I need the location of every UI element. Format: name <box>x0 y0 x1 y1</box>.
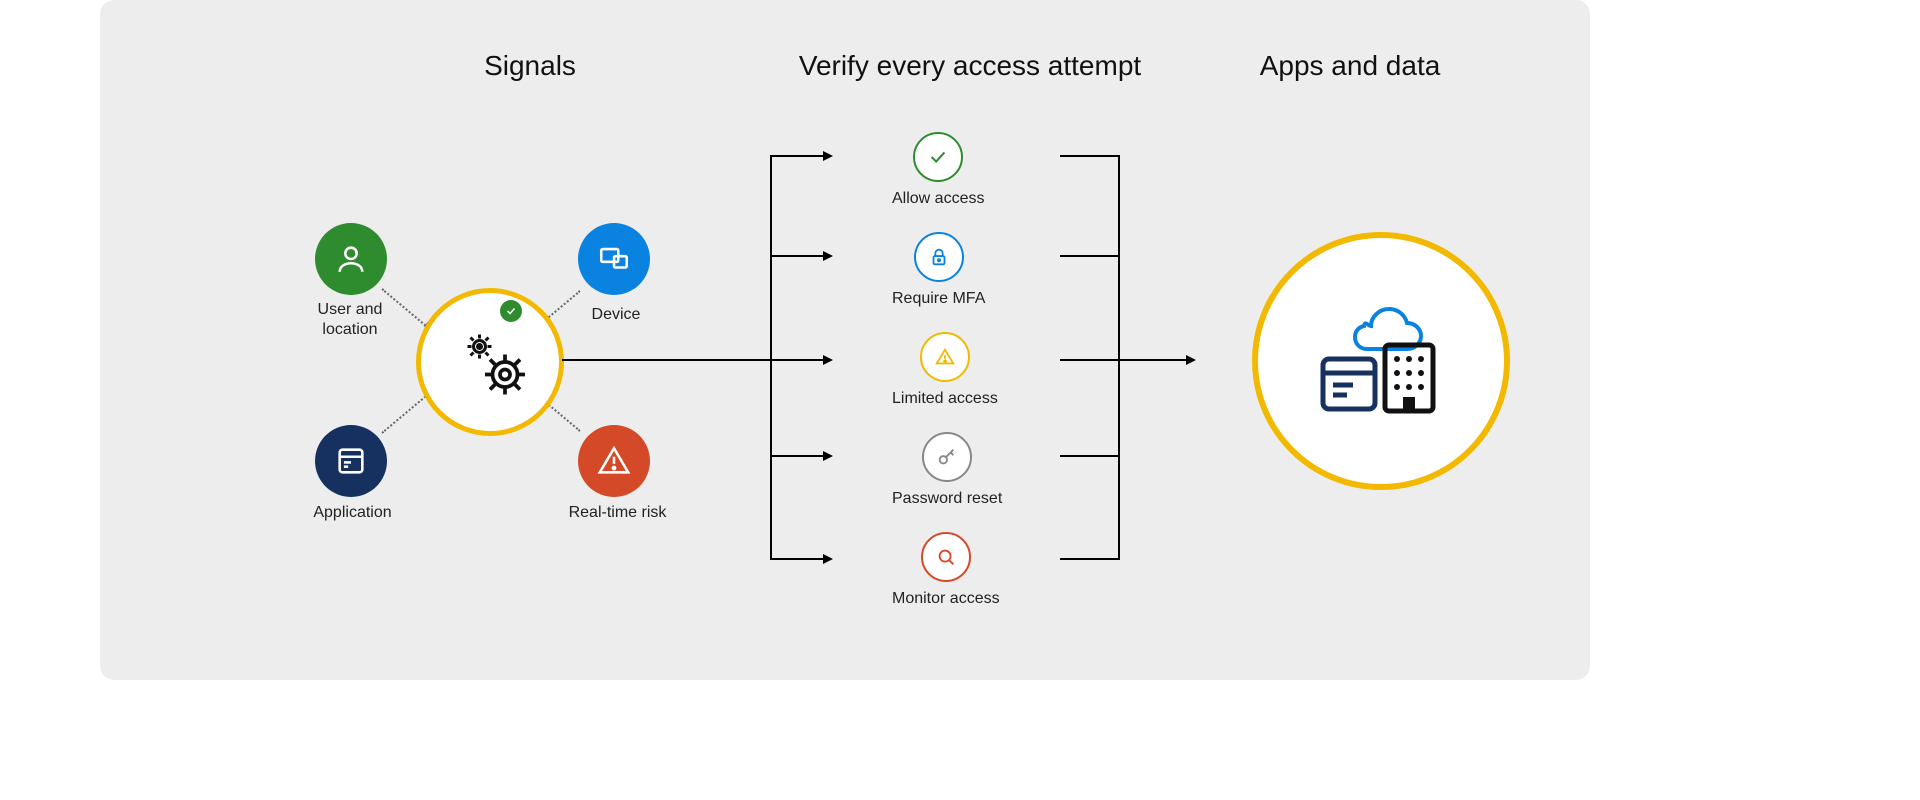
arrowhead-icon <box>823 151 833 161</box>
connector-mfa-out <box>1060 255 1120 257</box>
key-icon <box>936 446 958 468</box>
connector-verify-apps <box>1118 359 1188 361</box>
verify-require-mfa-label: Require MFA <box>892 290 985 308</box>
search-icon <box>935 546 957 568</box>
verify-password-reset-label: Password reset <box>892 490 1002 508</box>
connector-hub-verify <box>562 359 770 361</box>
header-signals: Signals <box>430 50 630 82</box>
signal-risk <box>578 425 650 497</box>
verify-limited-access: Limited access <box>892 332 998 408</box>
verify-require-mfa: Require MFA <box>892 232 985 308</box>
apps-and-data <box>1252 232 1510 490</box>
warning-icon <box>934 346 956 368</box>
bracket-verify-right <box>1118 155 1120 560</box>
diagram-frame: Signals Verify every access attempt Apps… <box>100 0 1590 680</box>
arrowhead-icon <box>1186 355 1196 365</box>
connector-allow-out <box>1060 155 1120 157</box>
header-verify: Verify every access attempt <box>740 50 1200 82</box>
verify-allow-access: Allow access <box>892 132 984 208</box>
signal-application <box>315 425 387 497</box>
arrow-to-allow <box>770 155 825 157</box>
warning-icon <box>597 444 631 478</box>
user-icon <box>334 242 368 276</box>
bracket-verify-left <box>770 155 772 560</box>
verify-allow-access-label: Allow access <box>892 190 984 208</box>
arrowhead-icon <box>823 251 833 261</box>
connector-limited-out <box>1060 359 1120 361</box>
connector-password-out <box>1060 455 1120 457</box>
arrow-to-monitor <box>770 558 825 560</box>
header-apps: Apps and data <box>1220 50 1480 82</box>
arrow-to-password <box>770 455 825 457</box>
arrow-to-mfa <box>770 255 825 257</box>
verify-monitor-access-label: Monitor access <box>892 590 1000 608</box>
signal-device <box>578 223 650 295</box>
signal-device-label: Device <box>576 305 656 325</box>
signal-application-label: Application <box>300 503 405 523</box>
lock-icon <box>928 246 950 268</box>
arrowhead-icon <box>823 451 833 461</box>
apps-cloud-building-icon <box>1311 301 1451 421</box>
verify-limited-access-label: Limited access <box>892 390 998 408</box>
device-icon <box>597 242 631 276</box>
policy-hub <box>416 288 564 436</box>
arrow-to-limited <box>770 359 825 361</box>
hub-check-badge <box>500 300 522 322</box>
signal-user-location <box>315 223 387 295</box>
application-icon <box>334 444 368 478</box>
connector-monitor-out <box>1060 558 1120 560</box>
verify-password-reset: Password reset <box>892 432 1002 508</box>
signal-user-location-label: User and location <box>295 300 405 340</box>
verify-monitor-access: Monitor access <box>892 532 1000 608</box>
check-icon <box>505 305 517 317</box>
arrowhead-icon <box>823 554 833 564</box>
gears-icon <box>450 322 530 402</box>
arrowhead-icon <box>823 355 833 365</box>
check-icon <box>927 146 949 168</box>
signal-risk-label: Real-time risk <box>560 503 675 523</box>
